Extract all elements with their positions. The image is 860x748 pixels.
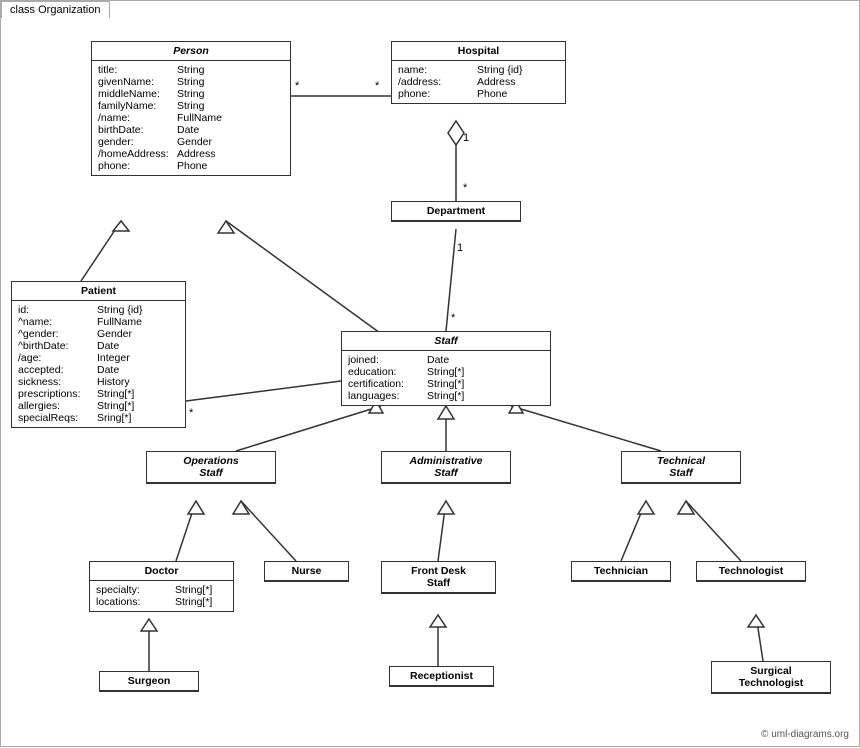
- svg-text:*: *: [463, 182, 468, 194]
- class-hospital-body: name:String {id} /address:Address phone:…: [392, 61, 565, 103]
- svg-text:1: 1: [457, 242, 463, 254]
- class-patient: Patient id:String {id} ^name:FullName ^g…: [11, 281, 186, 428]
- class-patient-name: Patient: [12, 282, 185, 301]
- class-staff-name: Staff: [342, 332, 550, 351]
- class-nurse: Nurse: [264, 561, 349, 582]
- class-surgeon: Surgeon: [99, 671, 199, 692]
- copyright-text: © uml-diagrams.org: [761, 729, 849, 740]
- class-doctor: Doctor specialty:String[*] locations:Str…: [89, 561, 234, 612]
- class-operations-staff: OperationsStaff: [146, 451, 276, 484]
- class-technologist-name: Technologist: [697, 562, 805, 581]
- svg-text:*: *: [451, 312, 456, 324]
- svg-text:*: *: [295, 80, 300, 92]
- svg-text:*: *: [375, 80, 380, 92]
- class-department: Department: [391, 201, 521, 222]
- class-person-body: title:String givenName:String middleName…: [92, 61, 290, 175]
- svg-text:1: 1: [463, 132, 469, 144]
- uml-diagram: class Organization * * 1 * 1 * *: [0, 0, 860, 747]
- class-surgical-technologist-name: SurgicalTechnologist: [712, 662, 830, 693]
- class-receptionist: Receptionist: [389, 666, 494, 687]
- svg-text:*: *: [189, 407, 194, 419]
- class-front-desk-staff-name: Front DeskStaff: [382, 562, 495, 593]
- class-hospital: Hospital name:String {id} /address:Addre…: [391, 41, 566, 104]
- diagram-title: class Organization: [1, 1, 110, 18]
- class-administrative-staff: AdministrativeStaff: [381, 451, 511, 484]
- class-operations-staff-name: OperationsStaff: [147, 452, 275, 483]
- class-technical-staff-name: TechnicalStaff: [622, 452, 740, 483]
- class-technician-name: Technician: [572, 562, 670, 581]
- class-surgical-technologist: SurgicalTechnologist: [711, 661, 831, 694]
- class-staff: Staff joined:Date education:String[*] ce…: [341, 331, 551, 406]
- class-hospital-name: Hospital: [392, 42, 565, 61]
- class-patient-body: id:String {id} ^name:FullName ^gender:Ge…: [12, 301, 185, 427]
- class-person-name: Person: [92, 42, 290, 61]
- class-technician: Technician: [571, 561, 671, 582]
- class-doctor-name: Doctor: [90, 562, 233, 581]
- class-nurse-name: Nurse: [265, 562, 348, 581]
- class-staff-body: joined:Date education:String[*] certific…: [342, 351, 550, 405]
- class-department-name: Department: [392, 202, 520, 221]
- class-administrative-staff-name: AdministrativeStaff: [382, 452, 510, 483]
- class-receptionist-name: Receptionist: [390, 667, 493, 686]
- class-technologist: Technologist: [696, 561, 806, 582]
- class-person: Person title:String givenName:String mid…: [91, 41, 291, 176]
- class-technical-staff: TechnicalStaff: [621, 451, 741, 484]
- class-surgeon-name: Surgeon: [100, 672, 198, 691]
- class-front-desk-staff: Front DeskStaff: [381, 561, 496, 594]
- class-doctor-body: specialty:String[*] locations:String[*]: [90, 581, 233, 611]
